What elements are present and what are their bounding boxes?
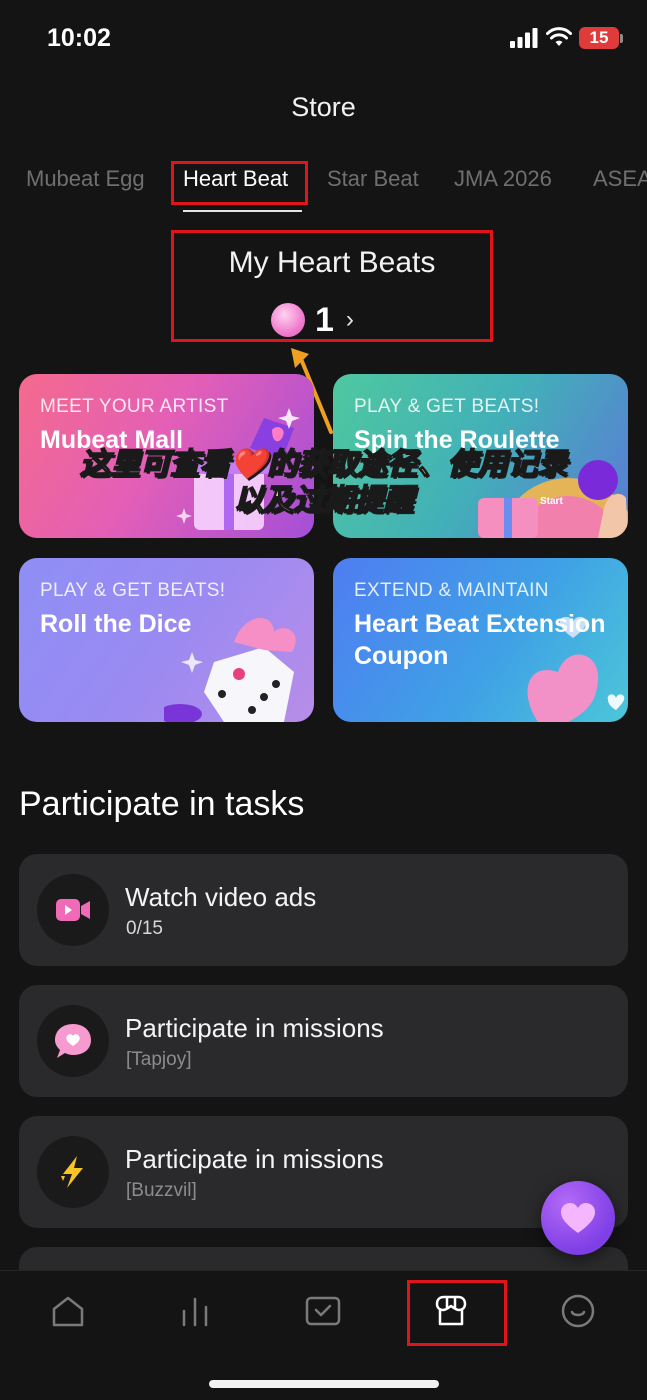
card-title: Mubeat Mall	[40, 426, 184, 454]
tab-asea[interactable]: ASEA	[593, 166, 647, 192]
heart-icon	[561, 1203, 595, 1233]
video-icon	[37, 874, 109, 946]
card-kicker: PLAY & GET BEATS!	[354, 396, 540, 417]
lightning-icon	[37, 1136, 109, 1208]
card-title: Roll the Dice	[40, 610, 192, 638]
store-tabs: Mubeat Egg Heart Beat Star Beat JMA 2026…	[0, 160, 647, 216]
home-indicator	[209, 1380, 439, 1388]
nav-home[interactable]	[38, 1289, 98, 1333]
highlight-box-tab	[171, 161, 308, 205]
task-name: Watch video ads	[125, 882, 317, 912]
highlight-box-store-nav	[407, 1280, 507, 1346]
nav-vote[interactable]	[293, 1289, 353, 1333]
nav-chart[interactable]	[165, 1289, 225, 1333]
card-kicker: PLAY & GET BEATS!	[40, 580, 226, 601]
task-provider: [Buzzvil]	[126, 1180, 197, 1201]
card-extension-coupon[interactable]: EXTEND & MAINTAIN Heart Beat Extension C…	[333, 558, 628, 722]
task-missions-tapjoy[interactable]: Participate in missions [Tapjoy]	[19, 985, 628, 1097]
page-title: Store	[291, 92, 356, 122]
battery-tip	[620, 34, 623, 43]
status-time: 10:02	[47, 24, 111, 52]
profile-icon	[561, 1294, 595, 1328]
task-missions-buzzvil[interactable]: Participate in missions [Buzzvil]	[19, 1116, 628, 1228]
card-kicker: MEET YOUR ARTIST	[40, 396, 229, 417]
card-roll-dice[interactable]: PLAY & GET BEATS! Roll the Dice	[19, 558, 314, 722]
active-tab-indicator	[183, 210, 302, 212]
status-bar: 10:02 15	[0, 0, 647, 80]
battery-indicator: 15	[579, 27, 619, 49]
task-name: Participate in missions	[125, 1144, 384, 1174]
tab-star-beat[interactable]: Star Beat	[327, 166, 419, 192]
card-title: Spin the Roulette	[354, 426, 560, 454]
tab-mubeat-egg[interactable]: Mubeat Egg	[26, 166, 145, 192]
task-watch-video-ads[interactable]: Watch video ads 0/15	[19, 854, 628, 966]
task-provider: [Tapjoy]	[126, 1049, 192, 1070]
card-kicker: EXTEND & MAINTAIN	[354, 580, 549, 601]
tab-jma-2026[interactable]: JMA 2026	[454, 166, 552, 192]
cellular-signal-icon	[510, 28, 538, 48]
task-name: Participate in missions	[125, 1013, 384, 1043]
card-title: Heart Beat Extension Coupon	[354, 610, 606, 670]
heart-fab-button[interactable]	[541, 1181, 615, 1255]
wifi-icon	[546, 27, 572, 46]
vote-icon	[305, 1296, 341, 1326]
nav-profile[interactable]	[548, 1289, 608, 1333]
task-progress: 0/15	[126, 918, 163, 939]
card-mubeat-mall[interactable]: MEET YOUR ARTIST Mubeat Mall	[19, 374, 314, 538]
home-icon	[52, 1296, 84, 1327]
tasks-section-title: Participate in tasks	[19, 785, 305, 823]
chat-heart-icon	[37, 1005, 109, 1077]
highlight-box-balance	[171, 230, 493, 342]
roulette-start-badge: Start	[540, 496, 563, 507]
chart-icon	[182, 1297, 208, 1327]
card-spin-roulette[interactable]: Start PLAY & GET BEATS! Spin the Roulett…	[333, 374, 628, 538]
